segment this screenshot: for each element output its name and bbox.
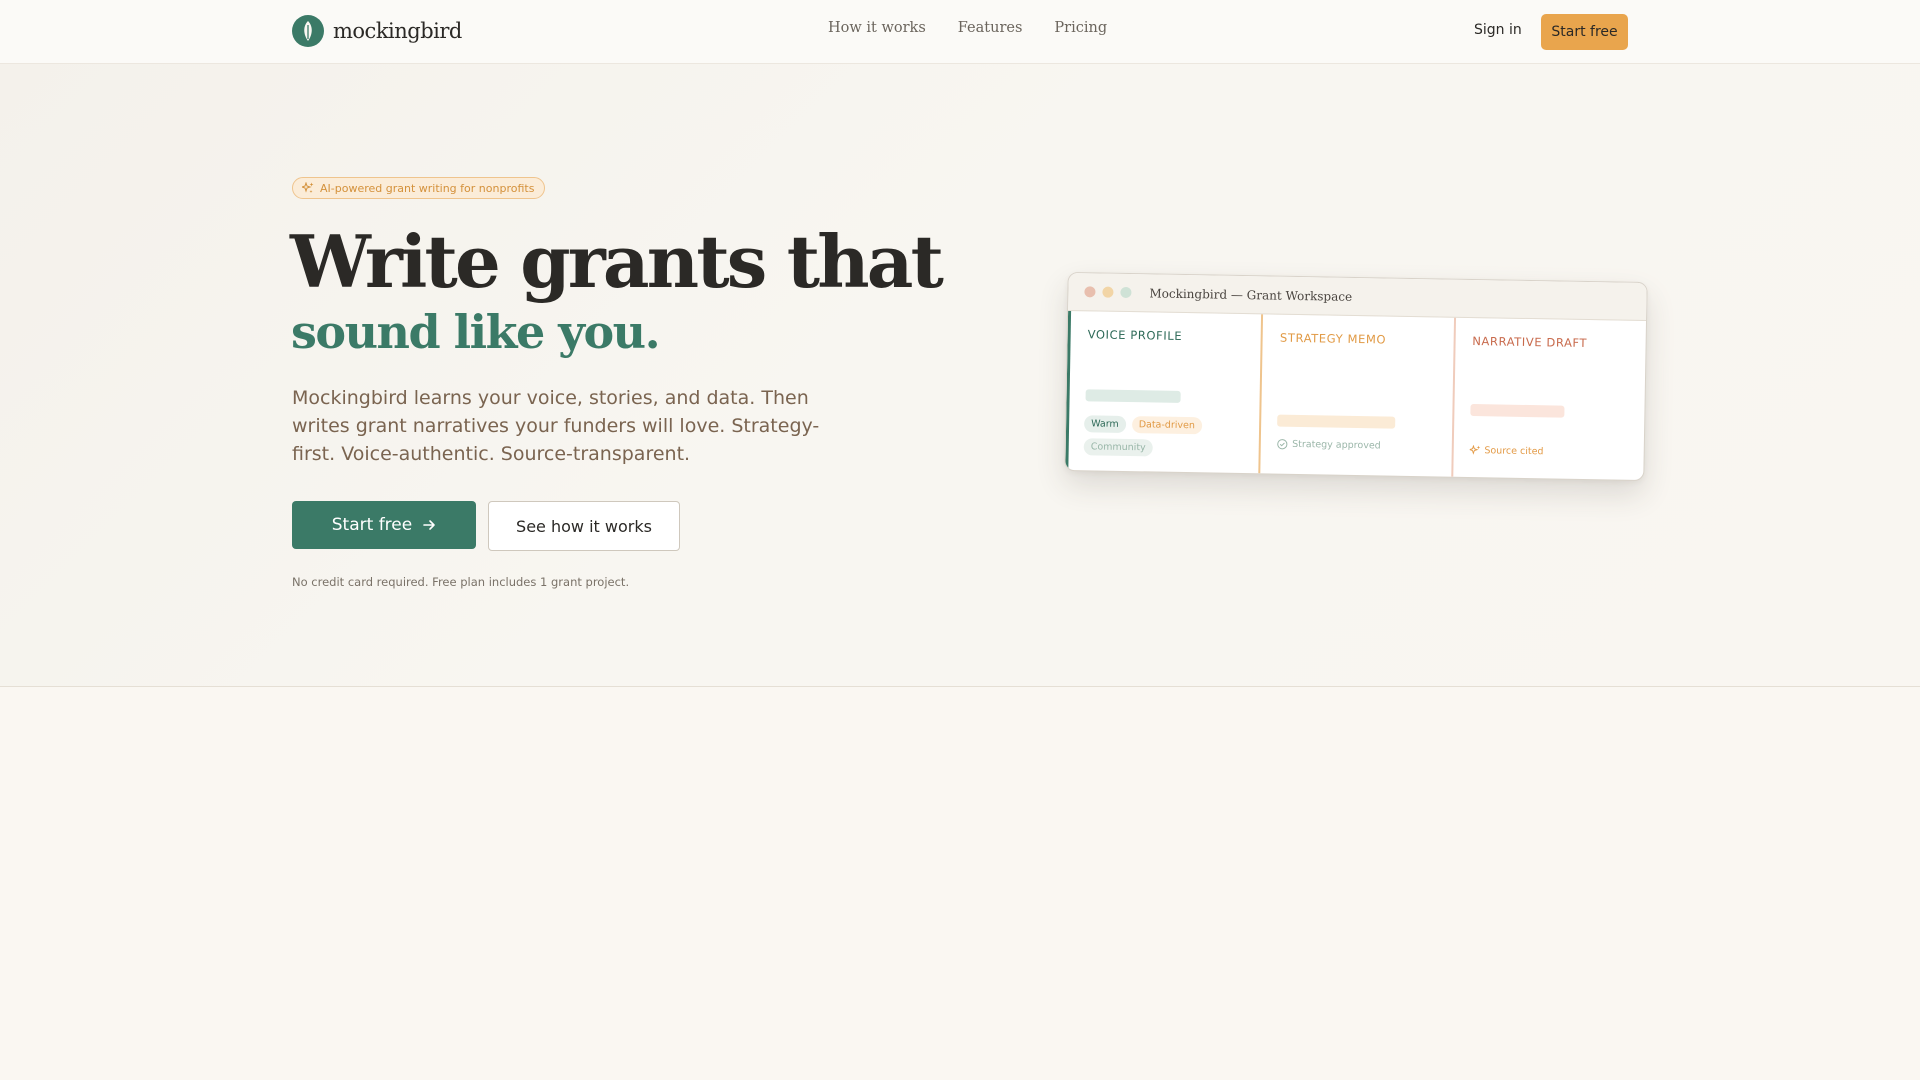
narrative-status: Source cited (1469, 444, 1544, 458)
tag-data-driven: Data-driven (1131, 416, 1203, 435)
workspace-columns: VOICE PROFILE Warm Data-driven Community… (1065, 310, 1646, 481)
window-minimize-dot (1102, 286, 1114, 298)
start-free-label: Start free (331, 515, 413, 535)
hero-badge-label: AI-powered grant writing for nonprofits (320, 181, 535, 195)
hero-section: AI-powered grant writing for nonprofits … (0, 64, 1920, 687)
sparkles-icon (1469, 444, 1480, 455)
hero-headline: Write grants that (290, 219, 944, 304)
hero-description: Mockingbird learns your voice, stories, … (292, 387, 820, 465)
voice-profile-title: VOICE PROFILE (1087, 327, 1183, 343)
voice-tags: Warm Data-driven Community (1083, 415, 1235, 458)
main-nav: How it works Features Pricing (828, 20, 1107, 36)
window-title: Mockingbird — Grant Workspace (1149, 285, 1353, 304)
window-zoom-dot (1120, 286, 1132, 299)
narrative-status-label: Source cited (1484, 445, 1544, 458)
hero-fineprint: No credit card required. Free plan inclu… (292, 575, 630, 589)
placeholder-bar (1277, 414, 1396, 429)
tag-community: Community (1083, 438, 1153, 457)
narrative-draft-column: NARRATIVE DRAFT Source cited (1450, 317, 1646, 481)
strategy-memo-title: STRATEGY MEMO (1279, 330, 1387, 347)
strategy-status: Strategy approved (1277, 438, 1381, 452)
leaf-logo-icon (292, 15, 324, 47)
arrow-right-icon (423, 520, 436, 530)
site-header: mockingbird How it works Features Pricin… (0, 0, 1920, 64)
sparkles-icon (302, 182, 314, 193)
lower-section (0, 687, 1920, 1080)
header-start-free-button[interactable]: Start free (1541, 14, 1628, 50)
start-free-button[interactable]: Start free (292, 501, 476, 549)
nav-link-how-it-works[interactable]: How it works (828, 20, 926, 36)
brand-name: mockingbird (333, 19, 462, 43)
voice-profile-column: VOICE PROFILE Warm Data-driven Community (1065, 310, 1262, 474)
nav-link-pricing[interactable]: Pricing (1054, 20, 1107, 36)
workspace-preview: Mockingbird — Grant Workspace VOICE PROF… (1064, 271, 1648, 482)
strategy-status-label: Strategy approved (1292, 438, 1381, 452)
logo[interactable]: mockingbird (292, 15, 462, 47)
tag-warm: Warm (1083, 415, 1126, 433)
check-circle-icon (1277, 439, 1288, 450)
strategy-memo-column: STRATEGY MEMO Strategy approved (1258, 314, 1454, 477)
narrative-draft-title: NARRATIVE DRAFT (1472, 334, 1588, 351)
sign-in-link[interactable]: Sign in (1474, 22, 1522, 38)
hero-subheadline: sound like you. (291, 305, 661, 359)
nav-link-features[interactable]: Features (958, 20, 1023, 36)
hero-badge: AI-powered grant writing for nonprofits (292, 177, 546, 199)
placeholder-bar (1469, 403, 1565, 418)
placeholder-bar (1085, 389, 1181, 403)
see-how-it-works-button[interactable]: See how it works (488, 501, 680, 551)
window-close-dot (1084, 286, 1096, 298)
